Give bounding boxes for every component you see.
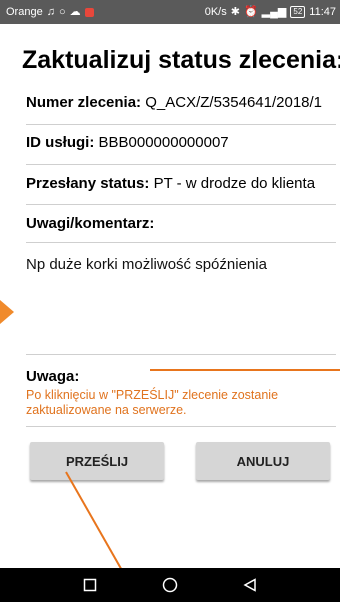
comment-header-row: Uwagi/komentarz:: [26, 215, 336, 232]
circle-icon: ○: [58, 5, 66, 18]
battery-icon: 52: [290, 6, 306, 18]
service-id-value: BBB000000000007: [98, 134, 229, 151]
divider: [26, 164, 336, 165]
status-bar: Orange ♫ ○ ☁ 0K/s ✱ ⏰ ▂▄▆ 52 11:47: [0, 0, 340, 24]
bluetooth-icon: ✱: [230, 5, 240, 18]
network-speed: 0K/s: [204, 6, 227, 18]
cancel-button[interactable]: ANULUJ: [196, 442, 330, 480]
alarm-icon: ⏰: [243, 5, 258, 18]
status-right: 0K/s ✱ ⏰ ▂▄▆ 52 11:47: [205, 6, 336, 18]
comment-underline: [26, 354, 336, 355]
divider: [26, 204, 336, 205]
send-button[interactable]: PRZEŚLIJ: [30, 442, 164, 480]
divider: [26, 426, 336, 427]
nav-recent-icon[interactable]: [75, 570, 105, 600]
annotation-arrow-left: [0, 300, 14, 324]
divider: [26, 124, 336, 125]
nav-home-icon[interactable]: [155, 570, 185, 600]
warning-label: Uwaga:: [26, 368, 80, 385]
order-number-label: Numer zlecenia:: [26, 94, 142, 111]
service-id-row: ID usługi: BBB000000000007: [26, 134, 336, 151]
nav-back-icon[interactable]: [235, 570, 265, 600]
annotation-line: [150, 369, 340, 371]
service-id-label: ID usługi:: [26, 134, 95, 151]
annotation-pointer-line: [65, 471, 141, 602]
signal-icon: ▂▄▆: [261, 5, 287, 18]
app-notification-icon: [84, 7, 94, 17]
comment-label: Uwagi/komentarz:: [26, 215, 155, 232]
status-value: PT - w drodze do klienta: [153, 175, 316, 192]
status-row: Przesłany status: PT - w drodze do klien…: [26, 175, 336, 192]
page-title: Zaktualizuj status zlecenia:: [22, 46, 340, 74]
divider: [26, 242, 336, 243]
order-number-value: Q_ACX/Z/5354641/2018/1: [145, 94, 323, 111]
music-icon: ♫: [46, 5, 55, 18]
comment-textarea[interactable]: Np duże korki możliwość spóźnienia: [26, 256, 267, 273]
order-number-row: Numer zlecenia: Q_ACX/Z/5354641/2018/1: [26, 94, 336, 111]
carrier-name: Orange: [6, 6, 43, 18]
cloud-icon: ☁: [69, 5, 81, 18]
navigation-bar: [0, 568, 340, 602]
status-label: Przesłany status:: [26, 175, 150, 192]
status-left: Orange ♫ ○ ☁: [6, 6, 94, 18]
warning-message: Po kliknięciu w "PRZEŚLIJ" zlecenie zost…: [26, 388, 279, 417]
clock: 11:47: [309, 6, 336, 18]
